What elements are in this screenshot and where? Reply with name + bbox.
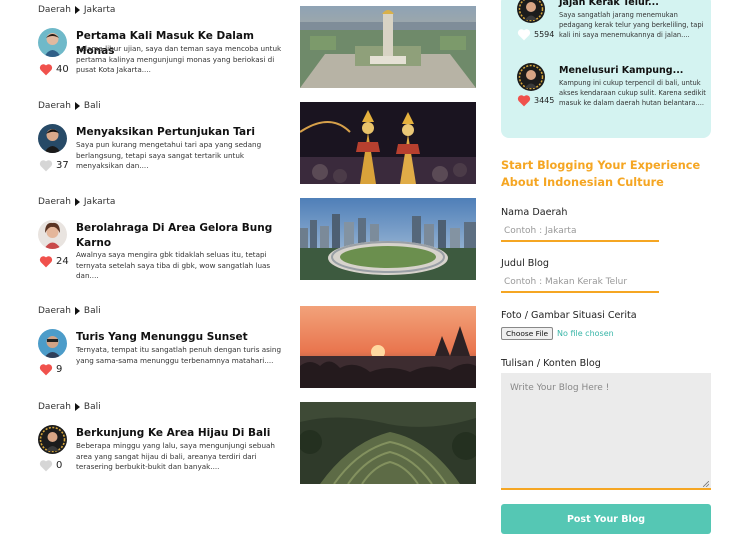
breadcrumb-region: Jakarta: [83, 5, 116, 15]
heart-icon[interactable]: [517, 28, 531, 41]
like-count: 24: [56, 256, 69, 267]
like-counter[interactable]: 5594: [517, 28, 554, 41]
breadcrumb: Daerah Jakarta: [38, 197, 115, 207]
content-label: Tulisan / Konten Blog: [501, 358, 601, 369]
post-image-monas[interactable]: [300, 6, 476, 88]
triangle-right-icon: [74, 6, 80, 14]
heart-icon[interactable]: [39, 63, 53, 76]
heart-icon[interactable]: [517, 94, 531, 107]
breadcrumb-region: Bali: [83, 402, 101, 412]
breadcrumb-root: Daerah: [38, 402, 71, 412]
avatar[interactable]: [517, 0, 545, 23]
breadcrumb-root: Daerah: [38, 5, 71, 15]
like-count: 37: [56, 160, 69, 171]
avatar[interactable]: [38, 220, 67, 249]
like-count: 0: [56, 460, 63, 471]
heart-icon[interactable]: [39, 255, 53, 268]
triangle-right-icon: [74, 307, 80, 315]
avatar[interactable]: [38, 329, 67, 358]
breadcrumb-root: Daerah: [38, 306, 71, 316]
breadcrumb-region: Jakarta: [83, 197, 116, 207]
post-excerpt: Saya pun kurang mengetahui tari apa yang…: [76, 140, 262, 170]
breadcrumb-region: Bali: [83, 306, 101, 316]
triangle-right-icon: [74, 198, 80, 206]
post-excerpt: Beberapa minggu yang lalu, saya mengunju…: [76, 441, 275, 471]
title-input[interactable]: [501, 273, 659, 293]
like-counter[interactable]: 3445: [517, 94, 554, 107]
heart-icon[interactable]: [39, 159, 53, 172]
like-count: 40: [56, 64, 69, 75]
popular-post-excerpt: Saya sangatlah jarang menemukan pedagang…: [559, 11, 704, 39]
popular-post-title[interactable]: Jajan Kerak Telur...: [559, 0, 659, 8]
like-counter[interactable]: 0: [39, 459, 62, 472]
like-counter[interactable]: 37: [39, 159, 69, 172]
breadcrumb: Daerah Bali: [38, 101, 101, 111]
like-counter[interactable]: 24: [39, 255, 69, 268]
heart-icon[interactable]: [39, 459, 53, 472]
like-count: 3445: [534, 96, 555, 105]
breadcrumb-root: Daerah: [38, 197, 71, 207]
post-title[interactable]: Turis Yang Menunggu Sunset: [76, 330, 280, 345]
breadcrumb: Daerah Jakarta: [38, 5, 115, 15]
like-count: 5594: [534, 30, 555, 39]
choose-file-button[interactable]: Choose File: [501, 327, 554, 340]
post-title[interactable]: Berkunjung Ke Area Hijau Di Bali: [76, 426, 280, 441]
like-counter[interactable]: 9: [39, 363, 62, 376]
post-excerpt: Selama libur ujian, saya dan teman saya …: [76, 44, 282, 74]
avatar[interactable]: [38, 28, 67, 57]
triangle-right-icon: [74, 102, 80, 110]
triangle-right-icon: [74, 403, 80, 411]
content-textarea[interactable]: [501, 373, 711, 490]
post-image-stadium[interactable]: [300, 198, 476, 280]
heart-icon[interactable]: [39, 363, 53, 376]
popular-posts-card: 5594 Jajan Kerak Telur... Saya sangatlah…: [501, 0, 711, 138]
region-label: Nama Daerah: [501, 207, 568, 218]
post-blog-button[interactable]: Post Your Blog: [501, 504, 711, 534]
post-title[interactable]: Menyaksikan Pertunjukan Tari: [76, 125, 280, 140]
form-heading: Start Blogging Your Experience About Ind…: [501, 159, 701, 189]
popular-post-title[interactable]: Menelusuri Kampung...: [559, 65, 683, 76]
breadcrumb: Daerah Bali: [38, 402, 101, 412]
like-counter[interactable]: 40: [39, 63, 69, 76]
avatar[interactable]: [38, 425, 67, 454]
post-title[interactable]: Berolahraga Di Area Gelora Bung Karno: [76, 221, 280, 251]
resize-grip-icon[interactable]: [703, 481, 709, 487]
file-status: No file chosen: [557, 329, 614, 338]
file-picker: Choose File No file chosen: [501, 327, 614, 340]
photo-label: Foto / Gambar Situasi Cerita: [501, 310, 637, 321]
region-input[interactable]: [501, 222, 659, 242]
title-label: Judul Blog: [501, 258, 550, 269]
breadcrumb: Daerah Bali: [38, 306, 101, 316]
avatar[interactable]: [38, 124, 67, 153]
post-excerpt: Awalnya saya mengira gbk tidaklah seluas…: [76, 250, 271, 280]
post-excerpt: Ternyata, tempat itu sangatlah penuh den…: [76, 345, 282, 365]
popular-post-excerpt: Kampung ini cukup terpencil di bali, unt…: [559, 79, 706, 107]
post-image-dance[interactable]: [300, 102, 476, 184]
post-image-rice-terrace[interactable]: [300, 402, 476, 484]
breadcrumb-region: Bali: [83, 101, 101, 111]
like-count: 9: [56, 364, 63, 375]
post-image-sunset[interactable]: [300, 306, 476, 388]
avatar[interactable]: [517, 63, 545, 91]
breadcrumb-root: Daerah: [38, 101, 71, 111]
